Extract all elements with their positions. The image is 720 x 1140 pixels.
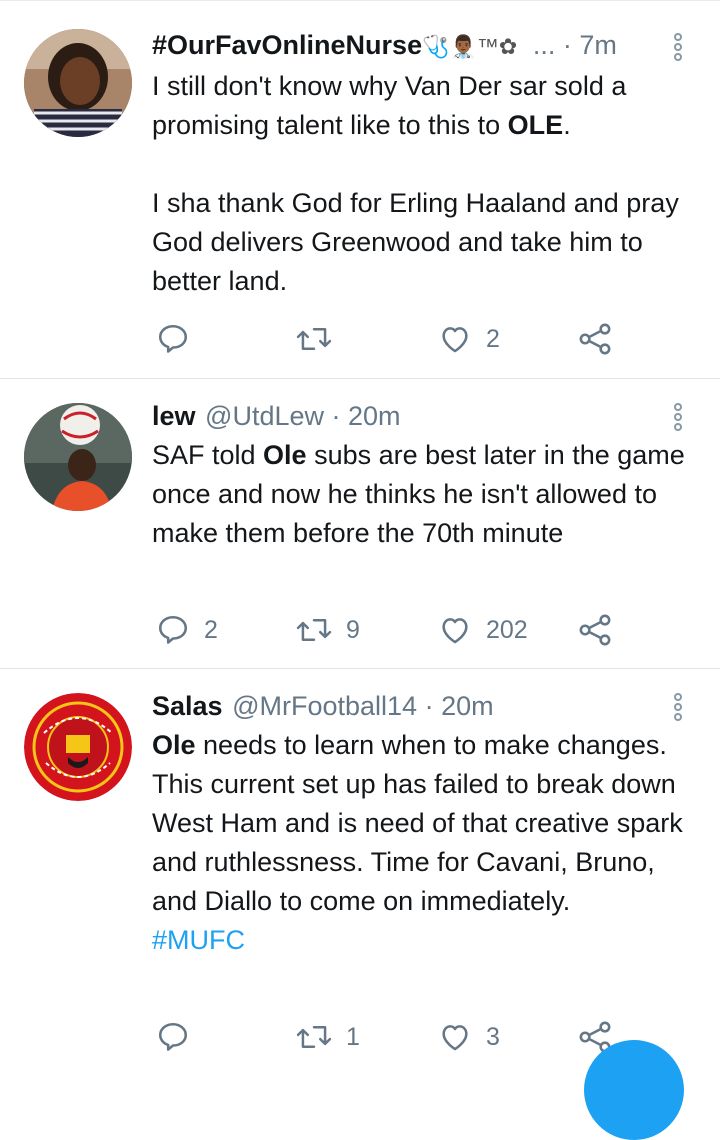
retweet-button[interactable]: 9 (296, 610, 360, 650)
like-button[interactable]: 202 (438, 610, 528, 650)
tweet-actions: 1 3 (150, 1017, 630, 1057)
tweet-3[interactable]: Salas @MrFootball14 · 20m Ole needs to l… (0, 669, 720, 1069)
bold-mention: Ole (263, 440, 307, 470)
tweet-actions: 2 9 202 (150, 610, 630, 650)
name-emojis: 🩺👨🏾‍⚕️™✿ (422, 34, 518, 59)
share-icon (579, 614, 611, 646)
handle[interactable]: @UtdLew (205, 401, 324, 431)
tweet-actions: 2 (150, 319, 630, 359)
retweet-icon (296, 328, 332, 350)
avatar[interactable] (24, 693, 132, 801)
retweet-icon (296, 619, 332, 641)
retweet-button[interactable]: 1 (296, 1017, 360, 1057)
like-button[interactable]: 3 (438, 1017, 500, 1057)
retweet-icon (296, 1026, 332, 1048)
hashtag-link[interactable]: #MUFC (152, 921, 692, 960)
reply-icon (158, 324, 188, 353)
like-icon (442, 1025, 468, 1051)
bold-mention: Ole (152, 730, 196, 760)
retweet-button[interactable] (296, 319, 346, 359)
timestamp[interactable]: · 7m (563, 30, 617, 60)
like-button[interactable]: 2 (438, 319, 500, 359)
share-icon (579, 323, 611, 355)
display-name[interactable]: lew (152, 401, 196, 431)
bold-mention: OLE (507, 110, 564, 140)
timestamp[interactable]: · 20m (332, 401, 401, 431)
share-button[interactable] (578, 319, 612, 359)
like-icon (442, 618, 468, 644)
tweet-header: lew @UtdLew · 20m (152, 399, 401, 433)
reply-icon (158, 1022, 188, 1051)
tweet-1[interactable]: #OurFavOnlineNurse🩺👨🏾‍⚕️™✿ ... · 7m I st… (0, 1, 720, 379)
handle[interactable]: @MrFootball14 (232, 691, 417, 721)
tweet-text: I still don't know why Van Der sar sold … (152, 71, 679, 296)
tweet-text: SAF told Ole subs are best later in the … (152, 440, 685, 548)
tweet-text: Ole needs to learn when to make changes.… (152, 726, 692, 960)
avatar[interactable] (24, 29, 132, 137)
more-options-icon[interactable] (674, 33, 686, 63)
share-button[interactable] (578, 610, 612, 650)
timestamp[interactable]: · 20m (425, 691, 494, 721)
display-name[interactable]: #OurFavOnlineNurse (152, 30, 422, 60)
compose-fab[interactable] (584, 1040, 684, 1140)
tweet-header: #OurFavOnlineNurse🩺👨🏾‍⚕️™✿ ... · 7m (152, 28, 617, 64)
more-options-icon[interactable] (674, 693, 686, 723)
reply-icon (158, 615, 188, 644)
tweet-header: Salas @MrFootball14 · 20m (152, 689, 494, 723)
display-name[interactable]: Salas (152, 691, 223, 721)
reply-button[interactable] (156, 319, 204, 359)
reply-button[interactable] (156, 1017, 204, 1057)
handle[interactable]: ... (533, 30, 556, 60)
reply-button[interactable]: 2 (156, 610, 218, 650)
more-options-icon[interactable] (674, 403, 686, 433)
avatar[interactable] (24, 403, 132, 511)
tweet-2[interactable]: lew @UtdLew · 20m SAF told Ole subs are … (0, 379, 720, 669)
like-icon (442, 327, 468, 353)
